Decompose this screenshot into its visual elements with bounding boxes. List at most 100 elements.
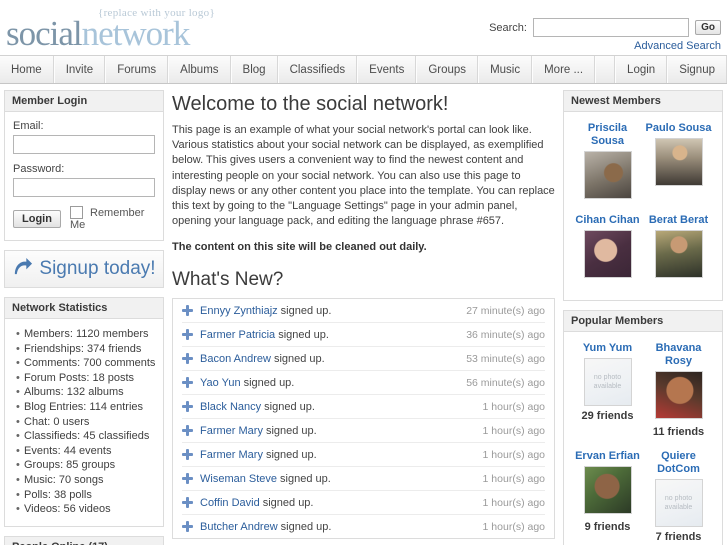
news-action: signed up. [265,424,317,437]
list-item[interactable]: Ervan Erfian 9 friends [572,448,643,545]
signup-today-button[interactable]: Signup today! [4,250,164,289]
member-name-link[interactable]: Yum Yum [572,342,643,355]
news-action: signed up. [280,304,332,317]
avatar[interactable] [654,230,703,278]
news-action: signed up. [273,352,325,365]
nav-item-home[interactable]: Home [0,56,54,83]
no-photo-line-1: no photo [593,374,622,381]
news-member-link[interactable]: Farmer Mary [200,449,263,461]
search-label: Search: [489,21,527,34]
nav-item-music[interactable]: Music [478,56,533,83]
plus-icon [182,473,193,485]
nav-item-groups[interactable]: Groups [416,56,479,83]
member-name-link[interactable]: Quiere DotCom [643,450,714,476]
popular-members-grid: Yum Yum no photo available 29 friends Bh… [572,340,714,545]
avatar[interactable] [583,230,632,278]
popular-members-panel: Popular Members Yum Yum no photo availab… [563,310,723,545]
search-go-button[interactable]: Go [695,20,721,35]
avatar[interactable] [583,151,632,199]
nav-item-events[interactable]: Events [357,56,417,83]
table-row[interactable]: Farmer Mary signed up. 1 hour(s) ago [182,443,545,468]
plus-icon [182,329,193,341]
nav-item-albums[interactable]: Albums [168,56,231,83]
list-item: Blog Entries: 114 entries [16,400,155,415]
table-row[interactable]: Butcher Andrew signed up. 1 hour(s) ago [182,515,545,538]
news-member-link[interactable]: Wiseman Steve [200,473,277,485]
password-label: Password: [13,163,65,175]
list-item[interactable]: Bhavana Rosy 11 friends [643,340,714,448]
list-item[interactable]: Priscila Sousa [572,120,643,212]
list-item[interactable]: Yum Yum no photo available 29 friends [572,340,643,448]
news-member-link[interactable]: Ennyy Zynthiajz [200,305,278,317]
list-item: Videos: 56 videos [16,502,155,517]
network-statistics-panel: Network Statistics Members: 1120 members… [4,297,164,527]
nav-item-classifieds[interactable]: Classifieds [277,56,358,83]
table-row[interactable]: Farmer Mary signed up. 1 hour(s) ago [182,419,545,444]
nav-item-signup[interactable]: Signup [667,56,727,83]
member-friend-count: 29 friends [581,410,634,422]
email-field[interactable] [13,135,155,154]
nav-item-more[interactable]: More ... [532,56,596,83]
avatar[interactable] [654,138,703,186]
nav-item-forums[interactable]: Forums [105,56,169,83]
list-item[interactable]: Berat Berat [643,212,714,291]
list-item[interactable]: Paulo Sousa [643,120,714,212]
nav-item-invite[interactable]: Invite [53,56,106,83]
avatar-placeholder[interactable]: no photo available [583,358,632,406]
member-name-link[interactable]: Bhavana Rosy [643,342,714,368]
avatar[interactable] [583,466,632,514]
plus-icon [182,449,193,461]
left-sidebar: Member Login Email: Password: Login Reme… [4,90,164,545]
logo-word-network: network [81,14,191,53]
member-name-link[interactable]: Berat Berat [643,214,714,227]
news-action: signed up. [278,328,329,341]
page-root: {replace with your logo} socialnetwork S… [0,0,727,545]
member-name-link[interactable]: Paulo Sousa [643,122,714,135]
member-name-link[interactable]: Cihan Cihan [572,214,643,227]
table-row[interactable]: Bacon Andrew signed up. 53 minute(s) ago [182,347,545,372]
member-name-link[interactable]: Priscila Sousa [572,122,643,148]
news-member-link[interactable]: Black Nancy [200,401,261,413]
news-member-link[interactable]: Farmer Mary [200,425,263,437]
network-statistics-list: Members: 1120 members Friendships: 374 f… [13,327,155,517]
search-area: Search: Go Advanced Search [489,18,721,52]
table-row[interactable]: Black Nancy signed up. 1 hour(s) ago [182,395,545,420]
table-row[interactable]: Ennyy Zynthiajz signed up. 27 minute(s) … [182,299,545,324]
network-statistics-body: Members: 1120 members Friendships: 374 f… [5,319,163,526]
login-button[interactable]: Login [13,209,61,228]
avatar[interactable] [654,371,703,419]
table-row[interactable]: Coffin David signed up. 1 hour(s) ago [182,491,545,516]
nav-item-blog[interactable]: Blog [230,56,278,83]
member-friend-count: 11 friends [652,426,705,438]
signup-today-label: Signup today! [39,258,156,280]
news-member-link[interactable]: Butcher Andrew [200,521,278,533]
site-header: {replace with your logo} socialnetwork S… [0,0,727,55]
news-member-link[interactable]: Bacon Andrew [200,353,271,365]
table-row[interactable]: Wiseman Steve signed up. 1 hour(s) ago [182,467,545,492]
main-content: Welcome to the social network! This page… [164,90,563,540]
list-item: Classifieds: 45 classifieds [16,429,155,444]
member-name-link[interactable]: Ervan Erfian [572,450,643,463]
table-row[interactable]: Farmer Patricia signed up. 36 minute(s) … [182,323,545,348]
list-item[interactable]: Quiere DotCom no photo available 7 frien… [643,448,714,545]
news-action: signed up. [264,400,315,413]
plus-icon [182,521,193,533]
news-member-link[interactable]: Coffin David [200,497,260,509]
nav-item-login[interactable]: Login [615,56,668,83]
member-login-title: Member Login [5,91,163,112]
news-action: signed up. [243,376,295,389]
search-input[interactable] [533,18,690,37]
plus-icon [182,377,193,389]
advanced-search-link[interactable]: Advanced Search [489,40,721,52]
nav-spacer [595,56,616,83]
news-member-link[interactable]: Yao Yun [200,377,241,389]
remember-me-checkbox[interactable] [69,206,83,219]
newest-members-panel: Newest Members Priscila Sousa Paulo Sous… [563,90,723,301]
list-item[interactable]: Cihan Cihan [572,212,643,291]
avatar-placeholder[interactable]: no photo available [654,479,703,527]
no-photo-line-2: available [593,383,622,390]
logo-word-social: social [6,14,83,53]
table-row[interactable]: Yao Yun signed up. 56 minute(s) ago [182,371,545,396]
news-member-link[interactable]: Farmer Patricia [200,329,275,341]
password-field[interactable] [13,178,155,197]
